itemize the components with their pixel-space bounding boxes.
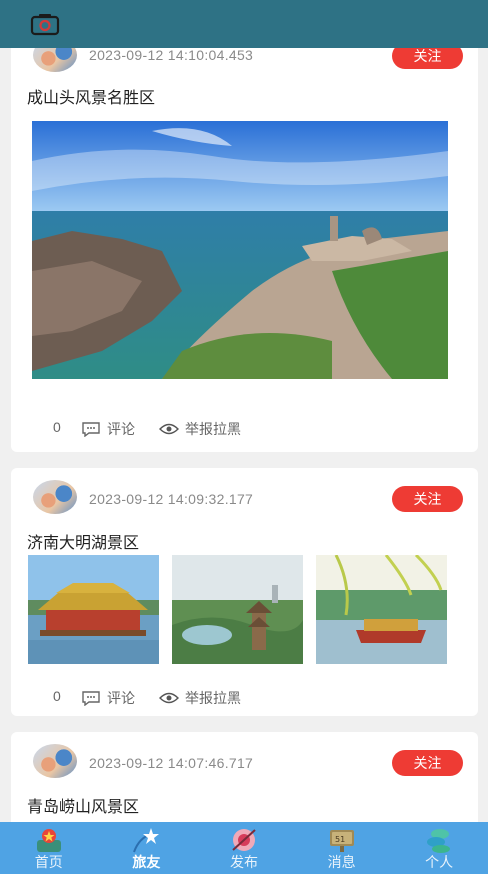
home-icon: [36, 829, 61, 852]
post-time: 2023-09-12 14:10:04.453: [89, 48, 254, 63]
follow-button[interactable]: 关注: [392, 750, 463, 776]
post-photo[interactable]: [28, 555, 159, 664]
post-title: 青岛崂山风景区: [27, 799, 140, 816]
eye-icon: [159, 692, 179, 704]
publish-icon: [232, 829, 256, 851]
comment-label: 评论: [107, 421, 135, 437]
tab-profile[interactable]: 个人: [390, 822, 488, 874]
tab-publish[interactable]: 发布: [195, 822, 293, 874]
coast-photo: [32, 121, 448, 379]
post-title: 济南大明湖景区: [27, 535, 140, 552]
tab-home-label: 首页: [34, 854, 63, 870]
comment-label: 评论: [107, 690, 135, 706]
comment-button[interactable]: 评论: [81, 688, 135, 708]
avatar[interactable]: [33, 744, 77, 778]
feed-list[interactable]: 2023-09-12 14:10:04.453 关注 成山头风景名胜区 0 评论…: [0, 48, 488, 822]
tab-message-label: 消息: [327, 854, 356, 870]
post-photo[interactable]: [316, 555, 447, 664]
post-time: 2023-09-12 14:09:32.177: [89, 491, 254, 507]
message-icon: 51: [329, 830, 354, 852]
post-actions: 0 评论 举报拉黑: [11, 688, 478, 708]
top-bar: [0, 0, 488, 48]
boat-photo: [316, 555, 447, 664]
pavilion-photo: [28, 555, 159, 664]
report-label: 举报拉黑: [185, 690, 241, 706]
avatar[interactable]: [33, 48, 77, 72]
tab-publish-label: 发布: [229, 854, 258, 870]
post-title: 成山头风景名胜区: [27, 90, 156, 107]
report-label: 举报拉黑: [185, 421, 241, 437]
park-photo: [172, 555, 303, 664]
like-count: 0: [53, 419, 61, 435]
tab-friends[interactable]: 旅友: [98, 822, 196, 874]
report-button[interactable]: 举报拉黑: [159, 419, 241, 439]
comment-button[interactable]: 评论: [81, 419, 135, 439]
tab-profile-label: 个人: [425, 854, 454, 870]
post-photo[interactable]: [172, 555, 303, 664]
svg-text:51: 51: [335, 835, 345, 844]
report-button[interactable]: 举报拉黑: [159, 688, 241, 708]
camera-icon[interactable]: [30, 12, 60, 36]
follow-button[interactable]: 关注: [392, 486, 463, 512]
post-actions: 0 评论 举报拉黑: [11, 419, 478, 439]
eye-icon: [159, 423, 179, 435]
post-card[interactable]: 2023-09-12 14:10:04.453 关注 成山头风景名胜区 0 评论…: [11, 48, 478, 452]
comment-icon: [82, 691, 100, 706]
like-count: 0: [53, 688, 61, 704]
friends-icon: [133, 828, 160, 853]
post-photo[interactable]: [32, 121, 448, 379]
post-card[interactable]: 2023-09-12 14:09:32.177 关注 济南大明湖景区 0 评论 …: [11, 468, 478, 716]
bottom-tab-bar: 首页 旅友 发布 51 消息 个人: [0, 822, 488, 874]
tab-home[interactable]: 首页: [0, 822, 98, 874]
comment-icon: [82, 422, 100, 437]
post-card[interactable]: 2023-09-12 14:07:46.717 关注 青岛崂山风景区: [11, 732, 478, 822]
profile-icon: [427, 829, 451, 853]
tab-friends-label: 旅友: [132, 854, 161, 870]
avatar[interactable]: [33, 480, 77, 514]
post-time: 2023-09-12 14:07:46.717: [89, 755, 254, 771]
follow-button[interactable]: 关注: [392, 48, 463, 69]
tab-message[interactable]: 51 消息: [293, 822, 391, 874]
